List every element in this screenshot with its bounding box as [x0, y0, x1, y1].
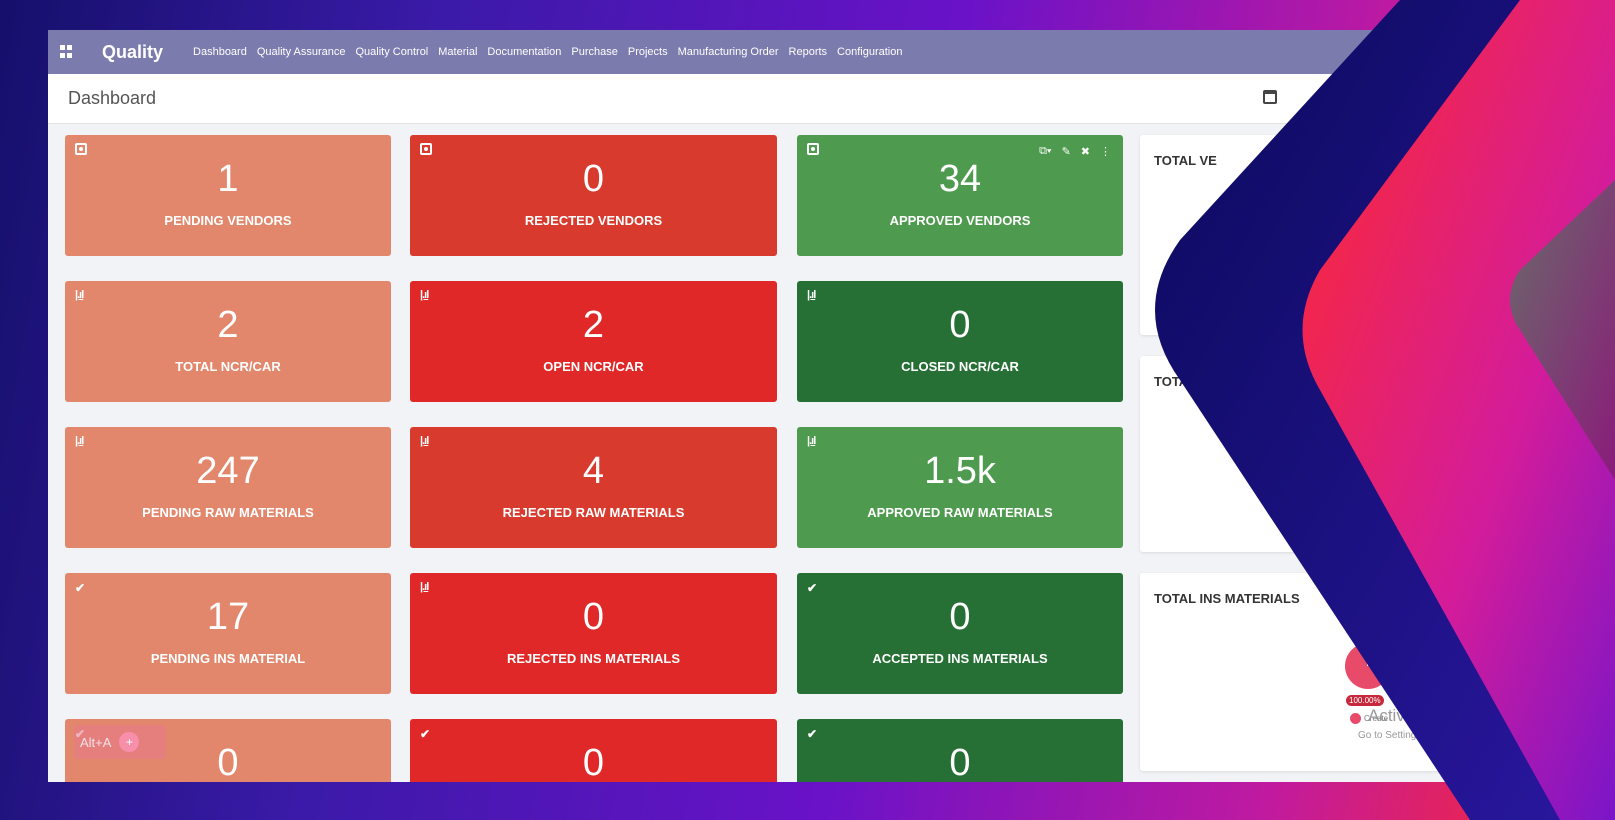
card-value: 17 [206, 596, 250, 638]
menu-material[interactable]: Material [438, 46, 477, 58]
copy-icon[interactable]: ⧉▾ [1039, 145, 1051, 158]
panel-total-ins-materials: TOTAL INS MATERIALS 100.00% Create [1140, 573, 1520, 771]
bar-chart-icon: |.ıl [420, 581, 429, 593]
card-value: 0 [582, 742, 605, 782]
bar-chart-icon: |.ıl [75, 289, 84, 301]
card-value: 34 [938, 158, 982, 200]
check-icon: ✔ [807, 727, 818, 741]
card-closed-ncr[interactable]: |.ıl 0 CLOSED NCR/CAR [797, 281, 1123, 402]
card-label: OPEN NCR/CAR [543, 359, 644, 374]
activate-windows-title: Activate Windows [1368, 706, 1503, 725]
pie-percent-label: 100.00% [1346, 695, 1384, 706]
card-tools: ⧉▾ ✎ ✖ ⋮ [1039, 145, 1111, 158]
card-value: 2 [582, 304, 605, 346]
card-rejected-vendors[interactable]: 0 REJECTED VENDORS [410, 135, 777, 256]
pie-chart [1345, 643, 1391, 689]
card-label: REJECTED RAW MATERIALS [502, 505, 685, 520]
app-brand[interactable]: Quality [102, 42, 163, 63]
menu-reports[interactable]: Reports [789, 46, 828, 58]
shortcut-tooltip: Alt+A + [74, 725, 166, 759]
menu-quality-assurance[interactable]: Quality Assurance [257, 46, 346, 58]
card-value: 0 [582, 596, 605, 638]
more-icon[interactable]: ⋮ [1100, 145, 1111, 158]
card-row5-2[interactable]: ✔ 0 [410, 719, 777, 782]
card-value: 1 [217, 158, 239, 200]
panel-title: TOTAL INS MATERIALS [1154, 591, 1300, 606]
bar-chart-icon: |.ıl [75, 435, 84, 447]
bar-chart-icon: |.ıl [807, 289, 816, 301]
user-card-icon [420, 143, 432, 158]
legend-dot [1272, 498, 1283, 509]
card-approved-vendors[interactable]: ⧉▾ ✎ ✖ ⋮ 34 APPROVED VENDORS [797, 135, 1123, 256]
card-pending-ins[interactable]: ✔ 17 PENDING INS MATERIAL [65, 573, 391, 694]
shortcut-text: Alt+A [80, 734, 112, 750]
card-value: 4 [582, 450, 605, 492]
card-pending-raw[interactable]: |.ıl 247 PENDING RAW MATERIALS [65, 427, 391, 548]
menu-dashboard[interactable]: Dashboard [193, 46, 247, 58]
card-label: TOTAL NCR/CAR [175, 359, 281, 374]
card-label: PENDING INS MATERIAL [150, 651, 306, 666]
panel-title: TOTAL VE [1154, 153, 1217, 168]
card-label: PENDING RAW MATERIALS [142, 505, 314, 520]
panel-total-vendors: TOTAL VE [1140, 135, 1520, 335]
activate-windows-subtitle: Go to Settings to activate Windows. [1358, 730, 1516, 741]
card-row5-3[interactable]: ✔ 0 [797, 719, 1123, 782]
legend-label: Create [1286, 499, 1311, 508]
menu-purchase[interactable]: Purchase [571, 46, 617, 58]
close-icon[interactable]: ✖ [1081, 145, 1090, 158]
card-label: REJECTED INS MATERIALS [506, 651, 681, 666]
menu-documentation[interactable]: Documentation [487, 46, 561, 58]
card-label: PENDING VENDORS [164, 213, 292, 228]
card-value: 2 [217, 304, 239, 346]
card-value: 0 [949, 742, 971, 782]
card-value: 0 [949, 304, 971, 346]
card-open-ncr[interactable]: |.ıl 2 OPEN NCR/CAR [410, 281, 777, 402]
card-rejected-ins[interactable]: |.ıl 0 REJECTED INS MATERIALS [410, 573, 777, 694]
check-icon: ✔ [420, 727, 431, 741]
menu-manufacturing-order[interactable]: Manufacturing Order [678, 46, 779, 58]
card-value: 247 [196, 450, 260, 492]
top-navbar: Quality Dashboard Quality Assurance Qual… [48, 30, 1615, 74]
page-title: Dashboard [68, 88, 157, 108]
panel-title: TOTA [1154, 374, 1189, 389]
user-card-icon [75, 143, 87, 158]
menu-configuration[interactable]: Configuration [837, 46, 902, 58]
card-label: CLOSED NCR/CAR [901, 359, 1019, 374]
menu-projects[interactable]: Projects [628, 46, 668, 58]
user-card-icon [807, 143, 819, 158]
control-panel: Dashboard [48, 74, 1615, 124]
card-label: APPROVED VENDORS [889, 213, 1031, 228]
check-icon: ✔ [807, 581, 818, 595]
card-label: REJECTED VENDORS [524, 213, 663, 228]
panel-total-ncr: TOTA Create [1140, 356, 1520, 552]
main-menu: Dashboard Quality Assurance Quality Cont… [193, 46, 912, 58]
edit-icon[interactable]: ✎ [1062, 145, 1071, 158]
bar-chart-icon: |.ıl [420, 435, 429, 447]
apps-menu-icon[interactable] [60, 45, 74, 59]
calendar-icon[interactable] [1263, 90, 1277, 104]
card-pending-vendors[interactable]: 1 PENDING VENDORS [65, 135, 391, 256]
card-rejected-raw[interactable]: |.ıl 4 REJECTED RAW MATERIALS [410, 427, 777, 548]
card-total-ncr[interactable]: |.ıl 2 TOTAL NCR/CAR [65, 281, 391, 402]
legend-dot [1350, 713, 1361, 724]
card-value: 0 [582, 158, 605, 200]
card-approved-raw[interactable]: |.ıl 1.5k APPROVED RAW MATERIALS [797, 427, 1123, 548]
plus-icon[interactable]: + [119, 732, 140, 752]
card-value: 0 [949, 596, 971, 638]
card-label: ACCEPTED INS MATERIALS [872, 651, 1048, 666]
bar-chart-icon: |.ıl [420, 289, 429, 301]
odoo-window: Quality Dashboard Quality Assurance Qual… [48, 30, 1615, 782]
card-label: APPROVED RAW MATERIALS [867, 505, 1053, 520]
check-icon: ✔ [75, 581, 86, 595]
bar-chart-icon: |.ıl [807, 435, 816, 447]
card-value: 1.5k [924, 450, 996, 492]
card-accepted-ins[interactable]: ✔ 0 ACCEPTED INS MATERIALS [797, 573, 1123, 694]
menu-quality-control[interactable]: Quality Control [356, 46, 429, 58]
